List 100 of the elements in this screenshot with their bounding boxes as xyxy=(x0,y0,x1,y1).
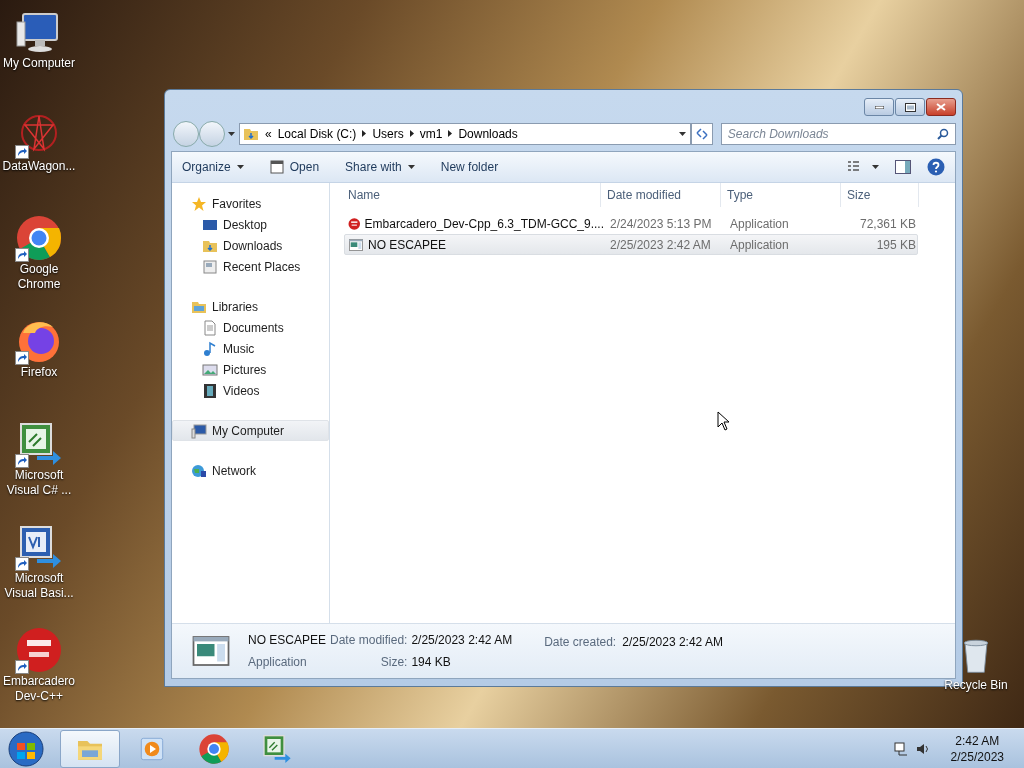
caret-icon xyxy=(236,165,244,169)
desktop-icon-label: Microsoft Visual C# ... xyxy=(5,468,73,498)
recycle-bin[interactable]: Recycle Bin xyxy=(944,632,1008,694)
desktop-icon-label: Recycle Bin xyxy=(944,677,1008,694)
search-input[interactable]: Search Downloads xyxy=(727,124,937,143)
view-options-button[interactable] xyxy=(848,161,879,173)
desktop-icon-label: Firefox xyxy=(20,365,58,380)
windows-logo-icon xyxy=(8,730,44,767)
recent-places-icon xyxy=(202,258,218,275)
details-label: Size: xyxy=(379,654,408,671)
computer-icon xyxy=(191,422,207,439)
nav-item[interactable]: Music xyxy=(172,338,329,359)
desktop-icon-label: DataWagon... xyxy=(2,159,76,174)
document-icon xyxy=(202,319,218,336)
nav-item[interactable]: Favorites xyxy=(172,193,329,214)
chevron-right-icon xyxy=(409,130,414,137)
music-note-icon xyxy=(202,340,218,357)
caret-icon xyxy=(679,131,687,136)
toolbar-button[interactable]: Share with xyxy=(345,158,415,176)
overflow-chevron[interactable]: « xyxy=(265,124,272,143)
details-label: Date modified: xyxy=(330,632,408,649)
details-value: 2/25/2023 2:42 AM xyxy=(622,634,723,651)
column-header[interactable]: Name xyxy=(342,183,601,207)
breadcrumb-segment[interactable]: vm1 xyxy=(419,124,443,143)
nav-item[interactable]: Documents xyxy=(172,317,329,338)
close-icon xyxy=(936,103,946,111)
desktop-icon-label: Google Chrome xyxy=(16,262,62,292)
desktop-icon-label: My Computer xyxy=(3,56,75,71)
desktop-shortcut[interactable]: Microsoft Visual C# ... xyxy=(0,420,78,517)
close-button[interactable] xyxy=(926,98,956,116)
breadcrumb-segment[interactable]: Local Disk (C:) xyxy=(277,124,357,143)
file-row[interactable]: NO ESCAPEE 2/25/2023 2:42 AM Application 195 KB xyxy=(344,234,918,255)
nav-item[interactable]: Recent Places xyxy=(172,256,329,277)
preview-pane-icon xyxy=(895,160,911,174)
nav-item[interactable]: Network xyxy=(172,460,329,481)
desktop-shortcut[interactable]: Firefox xyxy=(0,317,78,414)
details-file-type: Application xyxy=(248,654,308,671)
dev-app-icon xyxy=(348,215,361,232)
nav-item[interactable]: Libraries xyxy=(172,296,329,317)
toolbar-button[interactable]: Organize xyxy=(182,158,244,176)
desktop-shortcut[interactable]: Google Chrome xyxy=(0,214,78,311)
chevron-right-icon xyxy=(362,130,367,137)
search-icon xyxy=(937,127,949,140)
details-value: 2/25/2023 2:42 AM xyxy=(411,632,513,649)
desktop-shortcut[interactable]: DataWagon... xyxy=(0,111,78,208)
preview-pane-button[interactable] xyxy=(895,160,911,174)
desktop-icon-label: Microsoft Visual Basi... xyxy=(3,571,75,601)
refresh-button[interactable] xyxy=(691,122,713,145)
window-icon xyxy=(269,160,284,174)
nav-item[interactable]: Pictures xyxy=(172,359,329,380)
minimize-icon xyxy=(874,105,884,109)
network-icon xyxy=(892,740,909,757)
size-cell-text: 195 KB xyxy=(875,236,916,254)
globe-icon xyxy=(191,462,207,479)
file-name: NO ESCAPEE xyxy=(368,236,447,254)
help-icon xyxy=(927,158,945,176)
picture-icon xyxy=(202,361,218,378)
nav-item[interactable]: Downloads xyxy=(172,235,329,256)
nav-item[interactable]: Videos xyxy=(172,380,329,401)
start-button[interactable] xyxy=(6,728,46,768)
desktop-shortcut[interactable]: Embarcadero Dev-C++ xyxy=(0,626,78,723)
nav-item[interactable]: My Computer xyxy=(172,420,329,441)
toolbar-button[interactable]: New folder xyxy=(440,158,499,176)
file-name: Embarcadero_Dev-Cpp_6.3_TDM-GCC_9.... xyxy=(364,215,604,233)
type-cell-text: Application xyxy=(729,236,790,254)
nav-item[interactable]: Desktop xyxy=(172,214,329,235)
column-header[interactable]: Date modified xyxy=(601,183,721,207)
size-cell-text: 72,361 KB xyxy=(858,215,916,233)
film-icon xyxy=(202,382,218,399)
type-cell-text: Application xyxy=(729,215,790,233)
chevron-right-icon xyxy=(448,130,453,137)
caret-icon xyxy=(228,131,235,136)
file-row[interactable]: Embarcadero_Dev-Cpp_6.3_TDM-GCC_9.... 2/24/2023 5:13 PM Application 72,361 KB xyxy=(344,213,918,234)
details-value: 194 KB xyxy=(411,654,452,671)
caret-icon xyxy=(872,165,879,169)
column-header[interactable]: Type xyxy=(721,183,841,207)
desktop-shortcut[interactable]: Microsoft Visual Basi... xyxy=(0,523,78,620)
clock[interactable]: 2:42 AM 2/25/2023 xyxy=(950,732,1004,765)
desktop-shortcut[interactable]: My Computer xyxy=(0,8,78,105)
search-field[interactable]: Search Downloads xyxy=(720,122,956,145)
breadcrumb-segment[interactable]: Downloads xyxy=(458,124,518,143)
maximize-button[interactable] xyxy=(895,98,925,116)
details-file-name: NO ESCAPEE xyxy=(248,632,327,649)
mouse-pointer-icon xyxy=(717,411,730,431)
application-icon xyxy=(348,236,364,253)
toolbar-button[interactable]: Open xyxy=(269,158,320,176)
refresh-icon xyxy=(695,127,710,140)
caret-icon xyxy=(407,165,415,169)
chrome-icon xyxy=(198,732,230,765)
address-bar[interactable]: « Local Disk (C:) Users vm1 Downloads xyxy=(239,122,692,145)
column-header[interactable]: Size xyxy=(841,183,919,207)
help-button[interactable] xyxy=(927,158,945,176)
breadcrumb-segment[interactable]: Users xyxy=(372,124,404,143)
details-label: Date created: xyxy=(544,634,617,651)
maximize-icon xyxy=(904,102,916,112)
star-icon xyxy=(191,195,207,212)
desktop-icon-label: Embarcadero Dev-C++ xyxy=(1,674,76,704)
date-modified-cell-text: 2/24/2023 5:13 PM xyxy=(609,215,713,233)
chrome-icon xyxy=(15,214,63,262)
date-modified-cell-text: 2/25/2023 2:42 AM xyxy=(609,236,712,254)
